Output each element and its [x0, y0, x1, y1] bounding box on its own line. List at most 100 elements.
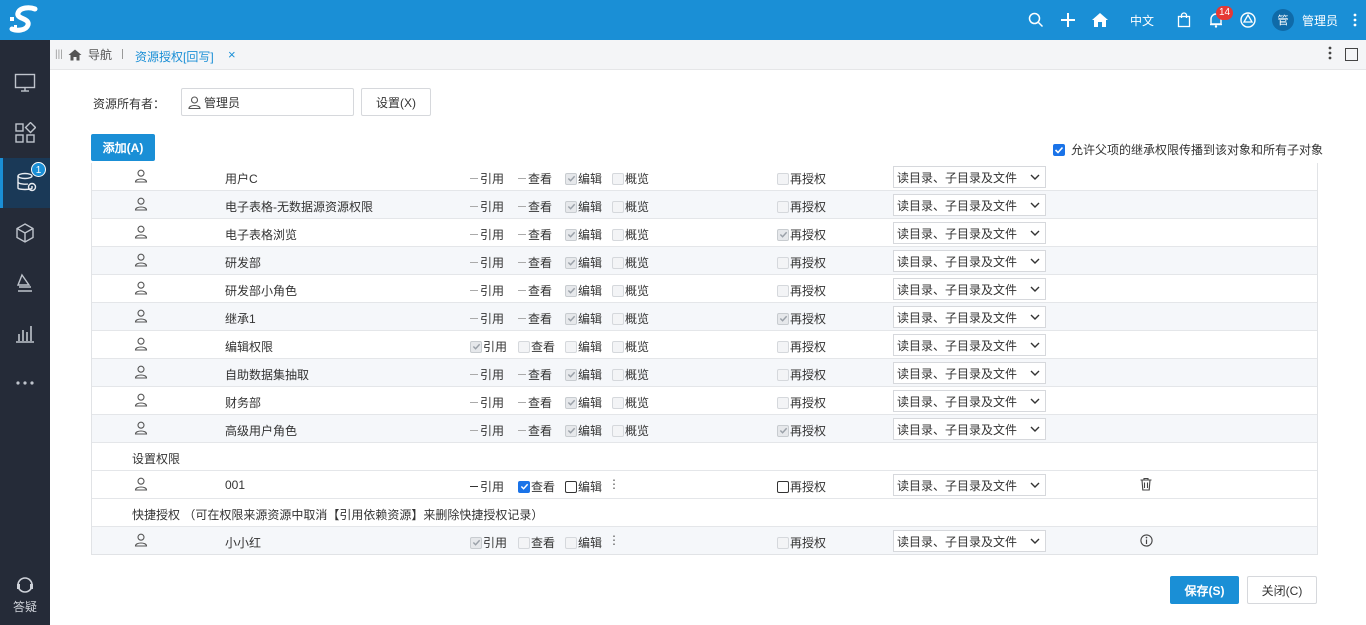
perm-view-checkbox[interactable] [518, 480, 530, 493]
perm-view: 查看 [518, 226, 552, 243]
chevron-down-icon [1029, 227, 1041, 242]
perm-regrant-checkbox [777, 228, 789, 241]
trash-icon[interactable] [1139, 477, 1153, 494]
monitor-icon [14, 73, 36, 92]
perm-view-label: 查看 [531, 480, 556, 494]
perm-regrant-checkbox [777, 312, 789, 325]
search-icon[interactable] [1020, 0, 1052, 40]
perm-ref: 引用 [470, 338, 507, 355]
tab-resource-auth[interactable]: 资源授权[回写] [135, 48, 214, 65]
perm-view-label: 查看 [531, 536, 556, 550]
perm-regrant[interactable]: 再授权 [777, 478, 826, 495]
table-row-quick: 小小红 引用 查看 编辑 ⋮ 再授权 读目录、子目录及文件 [92, 527, 1317, 554]
perm-regrant: 再授权 [777, 170, 826, 187]
perm-regrant-checkbox[interactable] [777, 480, 789, 493]
app-logo[interactable] [0, 0, 50, 40]
grantee-name: 小小红 [225, 536, 262, 550]
perm-regrant-label: 再授权 [790, 340, 827, 354]
dash-icon [470, 402, 478, 403]
perm-regrant: 再授权 [777, 226, 826, 243]
more-vertical-icon[interactable]: ⋮ [608, 477, 620, 491]
inherit-checkbox[interactable] [1052, 143, 1065, 156]
perm-edit: 编辑 [565, 422, 602, 439]
perm-regrant: 再授权 [777, 366, 826, 383]
avatar[interactable]: 管 [1271, 9, 1294, 31]
sidebar-item-apps[interactable] [0, 108, 50, 158]
sidebar-item-cube[interactable] [0, 208, 50, 258]
sidebar-item-chart[interactable] [0, 308, 50, 358]
grantee-name: 研发部小角色 [225, 284, 298, 298]
theme-icon[interactable] [1232, 0, 1264, 40]
perm-regrant: 再授权 [777, 338, 826, 355]
perm-regrant-label: 再授权 [790, 424, 827, 438]
perm-ref: 引用 [470, 534, 507, 551]
owner-field[interactable]: 管理员 [181, 88, 354, 116]
table-row: 研发部小角色 引用 查看 编辑 概览 再授权 读目录、子目录及文件 [92, 275, 1317, 303]
perm-ref-label: 引用 [480, 480, 505, 494]
scope-select-value: 读目录、子目录及文件 [897, 198, 1018, 213]
scope-select[interactable]: 读目录、子目录及文件 [893, 530, 1046, 552]
sidebar-item-more[interactable] [0, 358, 50, 408]
username[interactable]: 管理员 [1302, 12, 1338, 29]
table-row: 用户C 引用 查看 编辑 概览 再授权 读目录、子目录及文件 [92, 163, 1317, 191]
tab-more-icon[interactable] [1328, 46, 1332, 63]
help-button[interactable]: 答疑 [0, 575, 50, 615]
tab-home[interactable]: 导航 [68, 46, 112, 63]
perm-browse-checkbox [612, 340, 624, 353]
sidebar-item-layers[interactable] [0, 258, 50, 308]
scope-select[interactable]: 读目录、子目录及文件 [893, 474, 1046, 496]
perm-browse-checkbox [612, 200, 624, 213]
perm-regrant: 再授权 [777, 422, 826, 439]
perm-edit-label: 编辑 [578, 284, 603, 298]
perm-ref[interactable]: 引用 [470, 478, 504, 495]
more-vertical-icon[interactable]: ⋮ [608, 533, 620, 547]
maximize-icon[interactable] [1345, 48, 1358, 61]
perm-edit-label: 编辑 [578, 172, 603, 186]
tab-close-icon[interactable]: × [228, 47, 236, 62]
language-switch[interactable]: 中文 [1116, 12, 1168, 29]
user-icon [134, 365, 148, 382]
user-icon [134, 337, 148, 354]
chevron-down-icon [1029, 479, 1041, 494]
perm-edit-checkbox[interactable] [565, 480, 577, 493]
scope-select: 读目录、子目录及文件 [893, 222, 1046, 244]
scope-select: 读目录、子目录及文件 [893, 306, 1046, 328]
owner-value: 管理员 [204, 95, 241, 110]
perm-ref: 引用 [470, 170, 504, 187]
sidebar-item-desktop[interactable] [0, 58, 50, 108]
user-icon [134, 169, 148, 186]
bell-icon[interactable]: 14 [1200, 0, 1234, 40]
grantee-name: 用户C [225, 172, 258, 186]
table-row: 编辑权限 引用 查看 编辑 概览 再授权 读目录、子目录及文件 [92, 331, 1317, 359]
more-vertical-icon[interactable] [1344, 0, 1366, 40]
bag-icon[interactable] [1168, 0, 1200, 40]
sidebar-item-data[interactable]: 1 [0, 158, 50, 208]
perm-edit-checkbox [565, 536, 577, 549]
perm-edit-checkbox [565, 424, 577, 437]
perm-ref-label: 引用 [483, 340, 508, 354]
perm-edit-label: 编辑 [578, 228, 603, 242]
grantee-name: 高级用户角色 [225, 424, 298, 438]
perm-browse: 概览 [612, 338, 649, 355]
home-icon [68, 49, 82, 60]
dash-icon [470, 262, 478, 263]
perm-edit[interactable]: 编辑 [565, 478, 602, 495]
add-button[interactable]: 添加(A) [91, 134, 155, 161]
info-icon[interactable] [1140, 534, 1153, 550]
perm-view[interactable]: 查看 [518, 478, 555, 495]
perm-regrant-label: 再授权 [790, 172, 827, 186]
dash-icon [518, 402, 526, 403]
close-button[interactable]: 关闭(C) [1247, 576, 1317, 604]
set-owner-button[interactable]: 设置(X) [361, 88, 431, 116]
dash-icon [470, 290, 478, 291]
perm-view: 查看 [518, 534, 555, 551]
inherit-checkbox-row[interactable]: 允许父项的继承权限传播到该对象和所有子对象 [1052, 141, 1323, 158]
grip-icon[interactable]: ||| [55, 49, 63, 60]
save-button[interactable]: 保存(S) [1170, 576, 1239, 604]
perm-view-label: 查看 [528, 256, 553, 270]
dash-icon [470, 318, 478, 319]
plus-icon[interactable] [1052, 0, 1084, 40]
scope-select: 读目录、子目录及文件 [893, 166, 1046, 188]
home-icon[interactable] [1084, 0, 1116, 40]
help-label: 答疑 [12, 600, 37, 614]
